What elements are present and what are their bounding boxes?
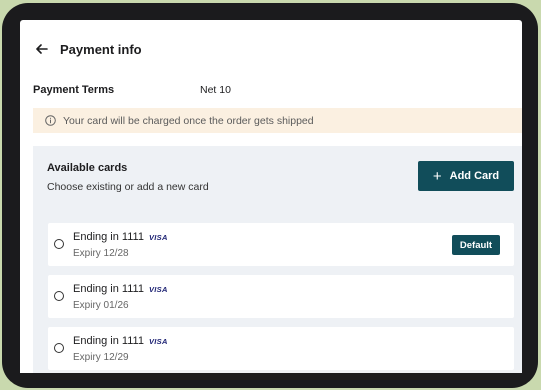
- available-cards-panel: Available cards Choose existing or add a…: [33, 146, 522, 373]
- payment-terms-label: Payment Terms: [33, 84, 115, 96]
- card-row[interactable]: Ending in 1111 VISA Expiry 12/28 Default: [48, 223, 514, 266]
- card-name: Ending in 1111: [73, 231, 144, 243]
- visa-logo: VISA: [149, 233, 168, 242]
- card-row[interactable]: Ending in 1111 VISA Expiry 12/29: [48, 327, 514, 370]
- card-name: Ending in 1111: [73, 283, 144, 295]
- card-radio[interactable]: [54, 291, 64, 301]
- page-title: Payment info: [60, 41, 142, 57]
- payment-terms-value: Net 10: [200, 84, 231, 96]
- card-expiry: Expiry 01/26: [73, 300, 129, 311]
- card-row[interactable]: Ending in 1111 VISA Expiry 01/26: [48, 275, 514, 318]
- notice-text: Your card will be charged once the order…: [63, 114, 314, 127]
- add-card-label: Add Card: [449, 170, 500, 182]
- tablet-frame: Payment info Payment Terms Net 10 Your c…: [2, 3, 538, 388]
- charge-notice: Your card will be charged once the order…: [33, 108, 522, 133]
- arrow-left-icon[interactable]: [34, 41, 50, 57]
- screen: Payment info Payment Terms Net 10 Your c…: [20, 20, 522, 373]
- card-radio[interactable]: [54, 239, 64, 249]
- card-name: Ending in 1111: [73, 335, 144, 347]
- info-icon: [45, 115, 56, 126]
- cards-title: Available cards: [47, 162, 128, 174]
- cards-subtitle: Choose existing or add a new card: [47, 181, 209, 193]
- page-header: Payment info: [34, 40, 142, 58]
- card-radio[interactable]: [54, 343, 64, 353]
- plus-icon: +: [432, 167, 442, 185]
- card-expiry: Expiry 12/28: [73, 248, 129, 259]
- default-badge: Default: [452, 235, 500, 255]
- visa-logo: VISA: [149, 285, 168, 294]
- visa-logo: VISA: [149, 337, 168, 346]
- card-expiry: Expiry 12/29: [73, 352, 129, 363]
- add-card-button[interactable]: + Add Card: [418, 161, 514, 191]
